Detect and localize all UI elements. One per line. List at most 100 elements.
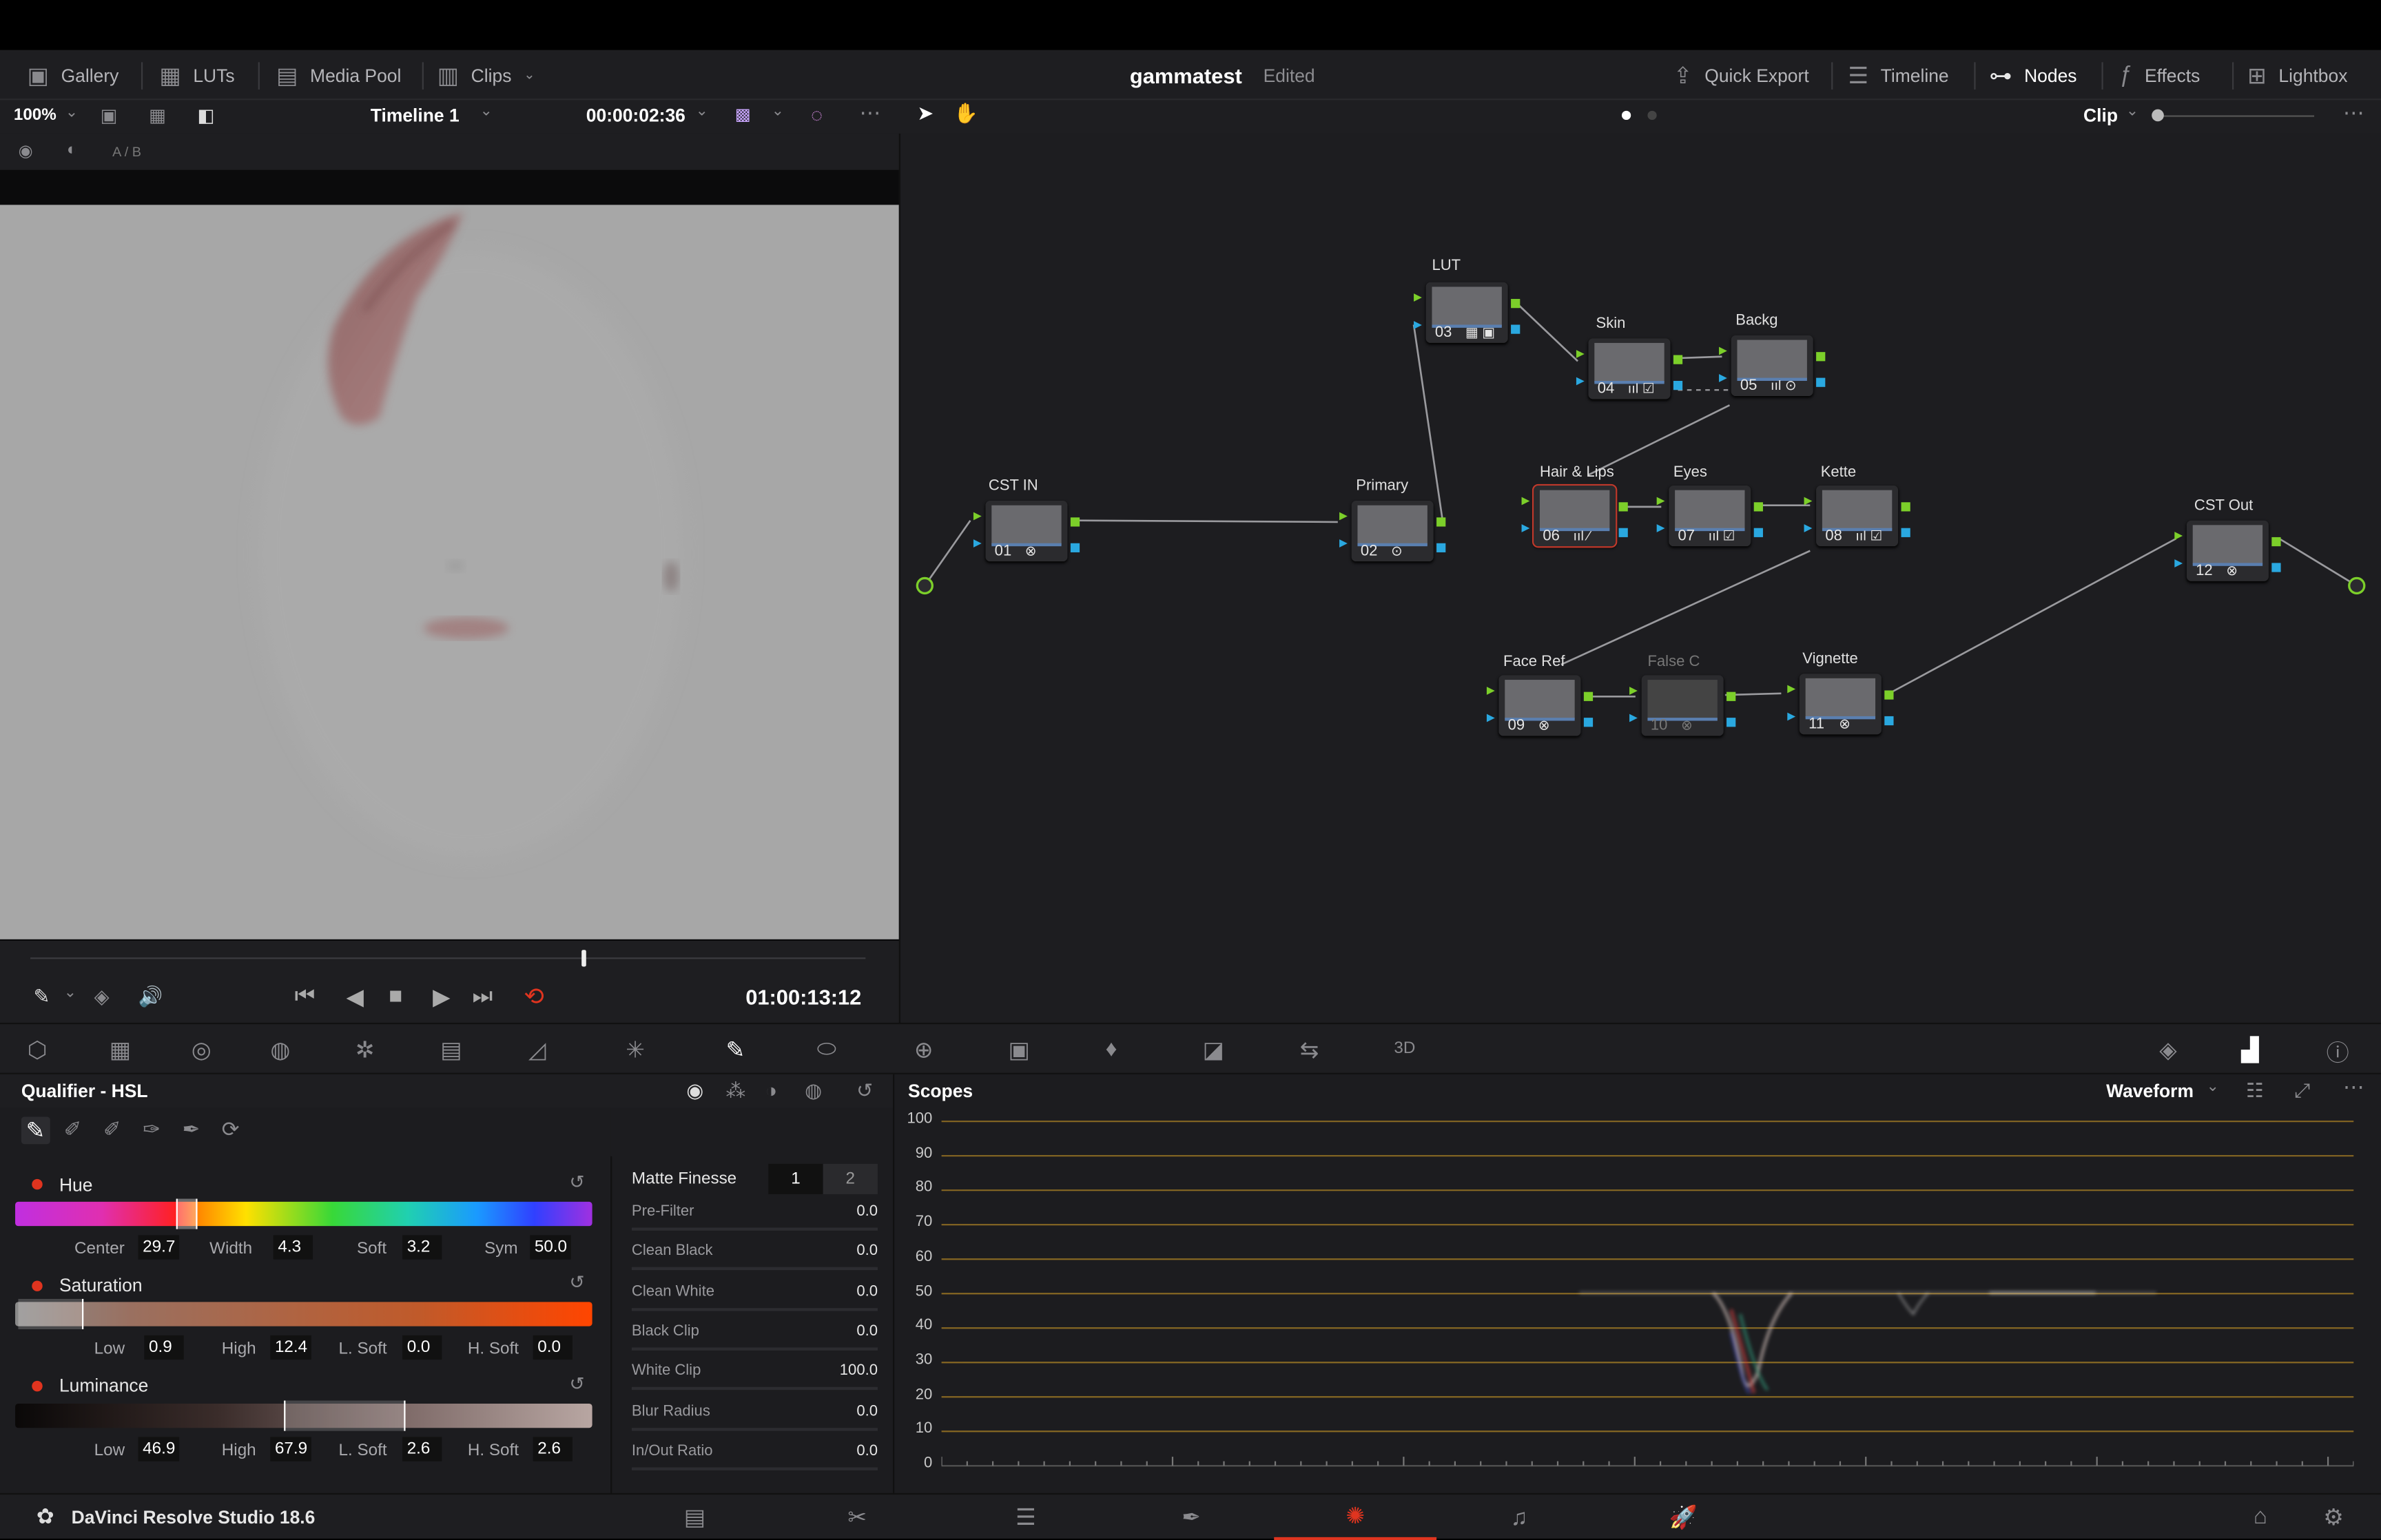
clips-button[interactable]: ▥ Clips ⌄ [437, 50, 535, 101]
matte-finesse-value[interactable]: 0.0 [856, 1283, 878, 1300]
info-icon[interactable]: ⓘ [2327, 1037, 2349, 1068]
timeline-button[interactable]: ☰ Timeline [1848, 50, 1948, 101]
qualifier-icon[interactable]: ✎ [726, 1037, 745, 1063]
luminance-range-selection[interactable] [284, 1400, 406, 1431]
node-output-port[interactable] [1618, 502, 1628, 512]
viewer-image[interactable] [0, 205, 899, 939]
node-output-port[interactable] [1673, 381, 1683, 391]
node-12[interactable]: 12 ⊗ [2186, 520, 2269, 581]
wipe-icon[interactable]: ◉ [18, 141, 32, 160]
chevron-down-icon[interactable]: ⌄ [65, 105, 78, 121]
deliver-page-icon[interactable]: 🚀 [1602, 1495, 1764, 1540]
matte-finesse-slider[interactable] [631, 1307, 878, 1311]
hue-enable-dot[interactable] [32, 1178, 43, 1190]
camera-raw-icon[interactable]: ⬡ [28, 1037, 48, 1063]
picker-tool-icon[interactable]: ✎ [33, 985, 50, 1009]
node-input-port[interactable]: ▶ [1522, 522, 1530, 534]
saturation-range-selection[interactable] [18, 1298, 84, 1330]
chevron-down-icon[interactable]: ⌄ [2207, 1079, 2219, 1095]
scrub-bar[interactable] [30, 957, 866, 959]
matte-finesse-slider[interactable] [631, 1427, 878, 1430]
node-output-port[interactable] [1436, 517, 1446, 527]
matte-finesse-slider[interactable] [631, 1387, 878, 1391]
invert-icon[interactable]: ⟳ [222, 1117, 240, 1143]
node-input-port[interactable]: ▶ [1487, 685, 1495, 696]
node-input-port[interactable]: ▶ [1487, 711, 1495, 724]
blur-icon[interactable]: ♦ [1106, 1037, 1117, 1062]
saturation-range-bar[interactable] [15, 1302, 592, 1326]
highlight-icon[interactable]: ◐ [67, 141, 77, 159]
node-input-port[interactable]: ▶ [1576, 375, 1585, 386]
node-output-port[interactable] [1884, 690, 1894, 700]
node-input-port[interactable]: ▶ [1804, 522, 1812, 534]
loop-icon[interactable]: ⟲ [524, 981, 544, 1012]
color-warper-icon[interactable]: ✳ [626, 1037, 645, 1063]
node-output-port[interactable] [1753, 528, 1763, 537]
matte-finesse-value[interactable]: 0.0 [856, 1443, 878, 1459]
node-7[interactable]: 07 ııl ☑ [1669, 486, 1751, 547]
node-input-port[interactable]: ▶ [973, 537, 982, 549]
window-icon[interactable]: ⬭ [817, 1037, 836, 1062]
play-icon[interactable]: ▶ [433, 984, 450, 1010]
color-wheels-icon[interactable]: ◎ [192, 1037, 212, 1063]
node-editor[interactable]: 01 ⊗ ▶ ▶ CST IN 02 ⊙ ▶ ▶ Primary 03 ▦ ▣ ▶ ▶ LUT 04 ııl ☑… [898, 133, 2381, 1023]
matte-finesse-tab-2[interactable]: 2 [823, 1163, 878, 1194]
scrub-playhead[interactable] [581, 950, 586, 967]
single-viewer-icon[interactable]: ▣ [100, 105, 117, 126]
matte-finesse-slider[interactable] [631, 1467, 878, 1470]
edit-page-icon[interactable]: ☰ [945, 1495, 1107, 1540]
color-match-icon[interactable]: ▦ [110, 1037, 131, 1063]
more-options-icon[interactable]: ⋯ [860, 100, 881, 125]
key-icon[interactable]: ◪ [1203, 1037, 1224, 1063]
curves-icon[interactable]: ◿ [528, 1037, 546, 1063]
node-zoom-slider[interactable] [2156, 115, 2315, 117]
node-input-port[interactable]: ▶ [1657, 495, 1665, 506]
node-mode-selector[interactable]: Clip [2083, 105, 2118, 126]
3d-icon[interactable]: 3D [1394, 1039, 1415, 1057]
node-input-port[interactable]: ▶ [1787, 710, 1795, 722]
luminance-enable-dot[interactable] [32, 1380, 43, 1392]
node-zoom-handle[interactable] [2152, 109, 2164, 122]
node-9[interactable]: 09 ⊗ [1498, 675, 1581, 736]
matte-finesse-value[interactable]: 0.0 [856, 1203, 878, 1220]
node-output-port[interactable] [1901, 502, 1910, 512]
fusion-page-icon[interactable]: ✒ [1110, 1495, 1272, 1540]
node-4[interactable]: 04 ııl ☑ [1588, 338, 1671, 399]
node-output-port[interactable] [1511, 299, 1521, 309]
sizing-icon[interactable]: ⇆ [1300, 1037, 1319, 1063]
rgb-mixer-icon[interactable]: ✲ [355, 1037, 375, 1063]
node-output-port[interactable] [1816, 352, 1826, 362]
node-input-port[interactable]: ▶ [1657, 522, 1665, 534]
color-picker-icon[interactable]: ◌ [811, 103, 823, 126]
page-dot-active[interactable] [1621, 110, 1631, 121]
node-1[interactable]: 01 ⊗ [985, 501, 1068, 562]
node-input-port[interactable]: ▶ [1629, 685, 1638, 696]
node-3[interactable]: 03 ▦ ▣ [1425, 282, 1508, 343]
matte-finesse-value[interactable]: 0.0 [856, 1243, 878, 1260]
node-input-port[interactable]: ▶ [1629, 711, 1638, 724]
node-2[interactable]: 02 ⊙ [1351, 501, 1434, 562]
node-input-port[interactable]: ▶ [2174, 530, 2183, 541]
node-output-port[interactable] [2271, 537, 2281, 547]
more-options-icon[interactable]: ⋯ [2343, 100, 2364, 125]
matte-finesse-row[interactable]: Clean Black 0.0 [631, 1243, 878, 1271]
motion-effects-icon[interactable]: ▤ [440, 1037, 462, 1063]
saturation-low-field[interactable]: 0.9 [144, 1335, 184, 1360]
hue-sym-field[interactable]: 50.0 [530, 1235, 572, 1260]
saturation-hsoft-field[interactable]: 0.0 [533, 1335, 573, 1360]
chevron-down-icon[interactable]: ⌄ [772, 103, 784, 120]
scope-mode-selector[interactable]: Waveform [2106, 1081, 2194, 1102]
node-6[interactable]: 06 ııl ⁄ [1532, 483, 1618, 548]
picker-icon[interactable]: ✎ [21, 1116, 50, 1145]
hue-center-field[interactable]: 29.7 [138, 1235, 181, 1260]
cut-page-icon[interactable]: ✂ [776, 1495, 938, 1540]
home-icon[interactable]: ⌂ [2254, 1503, 2267, 1529]
node-output-port[interactable] [1583, 718, 1594, 727]
3d-mode-icon[interactable]: ◍ [805, 1079, 822, 1103]
node-input-port[interactable]: ▶ [1787, 683, 1795, 695]
scope-settings-icon[interactable]: ☷ [2246, 1079, 2264, 1103]
node-output-port[interactable] [1436, 543, 1446, 552]
node-output-port[interactable] [2271, 563, 2281, 572]
node-output-port[interactable] [1673, 355, 1683, 364]
grid-viewer-icon[interactable]: ▦ [149, 105, 166, 126]
